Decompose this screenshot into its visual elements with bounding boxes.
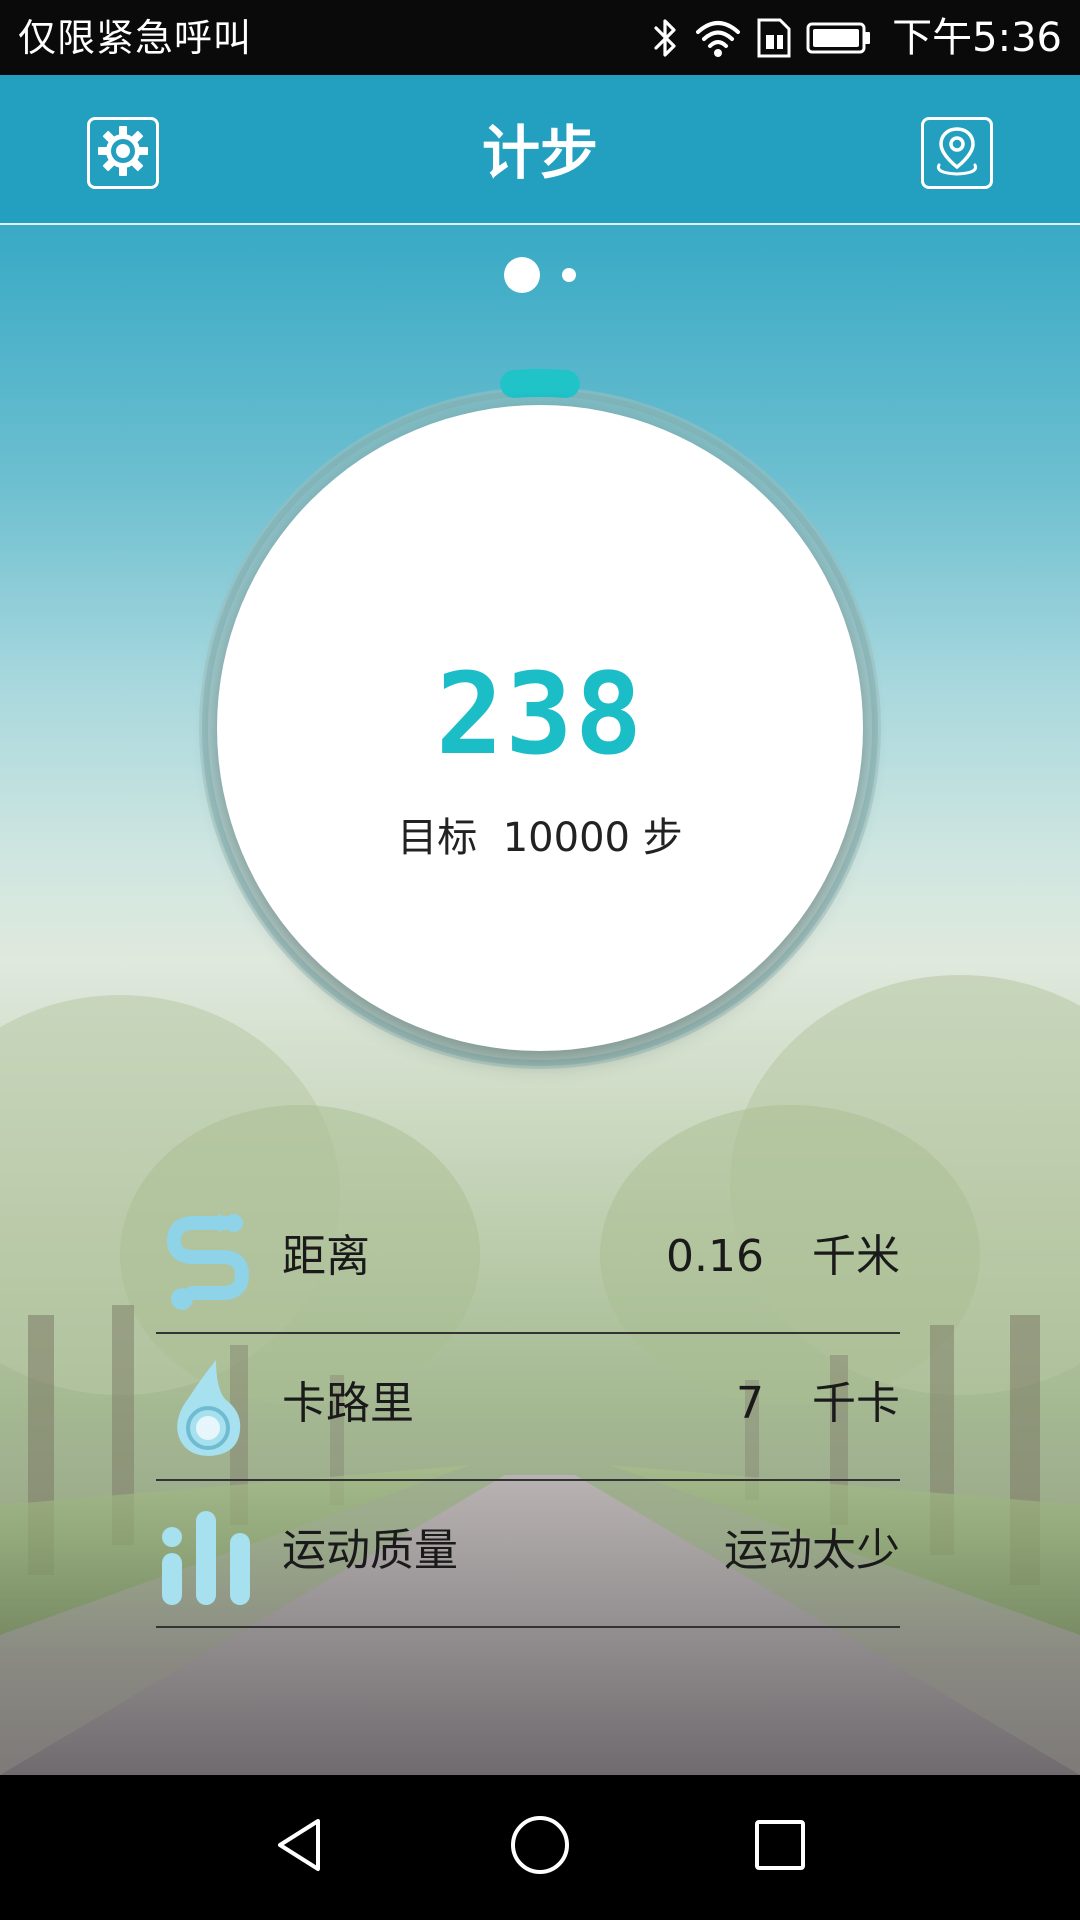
screen: 仅限紧急呼叫 下午5:36 计步 238 目标 10000 步 距离 0.16 …: [0, 0, 1080, 1920]
stat-label-calories: 卡路里: [282, 1378, 414, 1429]
step-progress-ring: 238 目标 10000 步: [181, 369, 899, 1087]
wifi-icon: [694, 18, 742, 58]
nav-recent-apps-button[interactable]: [744, 1811, 816, 1883]
clock-time: 下午5:36: [892, 15, 1062, 61]
bluetooth-icon: [650, 17, 680, 59]
nav-home-button[interactable]: [504, 1811, 576, 1883]
home-circle-icon: [508, 1813, 572, 1881]
status-bar: 仅限紧急呼叫 下午5:36: [0, 0, 1080, 75]
goal-unit: 步: [642, 815, 683, 861]
carrier-status-text: 仅限紧急呼叫: [18, 16, 253, 60]
stat-row-calories: 卡路里 7 千卡: [156, 1334, 900, 1481]
app-header: 计步: [0, 75, 1080, 225]
step-goal: 目标 10000 步: [217, 813, 863, 863]
stat-row-activity-quality: 运动质量 运动太少: [156, 1481, 900, 1628]
location-pin-icon: [931, 123, 983, 183]
nav-back-button[interactable]: [264, 1811, 336, 1883]
goal-label: 目标: [397, 815, 478, 861]
stat-unit-calories: 千卡: [812, 1378, 900, 1429]
battery-icon: [806, 21, 872, 55]
stat-value-calories: 7: [736, 1378, 764, 1429]
page-indicator: [0, 257, 1080, 293]
activity-bars-icon: [160, 1503, 256, 1607]
sim-icon: [756, 17, 792, 59]
stat-value-distance: 0.16: [666, 1231, 764, 1282]
location-button[interactable]: [921, 117, 993, 189]
page-dot-inactive[interactable]: [562, 268, 576, 282]
step-count: 238: [435, 650, 645, 780]
system-nav-bar: [0, 1775, 1080, 1920]
goal-value: 10000: [502, 815, 630, 861]
distance-route-icon: [160, 1209, 256, 1313]
progress-arc: [500, 369, 580, 398]
back-triangle-icon: [270, 1815, 330, 1879]
stat-label-activity-quality: 运动质量: [282, 1525, 458, 1576]
calorie-flame-icon: [160, 1356, 256, 1460]
stat-value-activity-quality: 运动太少: [724, 1525, 900, 1576]
recent-square-icon: [752, 1817, 808, 1877]
step-dial: 238 目标 10000 步: [217, 405, 863, 1051]
status-icons: 下午5:36: [650, 10, 1062, 66]
page-dot-active[interactable]: [504, 257, 540, 293]
stat-row-distance: 距离 0.16 千米: [156, 1187, 900, 1334]
stats-list: 距离 0.16 千米 卡路里 7 千卡 运动质量 运动太少: [156, 1187, 900, 1628]
stat-unit-distance: 千米: [812, 1231, 900, 1282]
app-content: 计步 238 目标 10000 步 距离 0.16 千米 卡路里 7 千卡 运动…: [0, 75, 1080, 1775]
page-title: 计步: [481, 119, 598, 187]
stat-label-distance: 距离: [282, 1231, 370, 1282]
